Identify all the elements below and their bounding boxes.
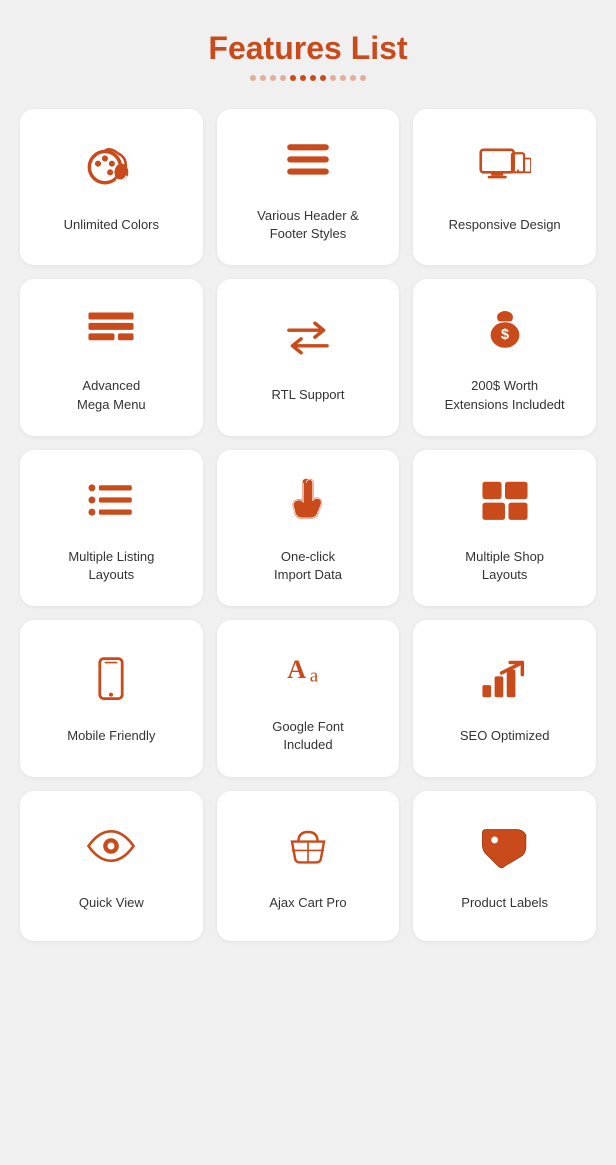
page: Features List xyxy=(0,0,616,981)
card-ajax-cart: Ajax Cart Pro xyxy=(217,791,400,941)
svg-text:$: $ xyxy=(501,327,509,343)
dot xyxy=(350,75,356,81)
page-title: Features List xyxy=(20,30,596,67)
card-listing: Multiple ListingLayouts xyxy=(20,450,203,606)
card-label: Mobile Friendly xyxy=(67,727,155,745)
dot xyxy=(320,75,326,81)
svg-text:A: A xyxy=(287,655,306,684)
palette-icon xyxy=(85,146,137,198)
card-label: Multiple ListingLayouts xyxy=(68,548,154,584)
card-label: Unlimited Colors xyxy=(64,216,159,234)
moneybag-icon: $ xyxy=(479,307,531,359)
oneclick-icon xyxy=(282,478,334,530)
dots-decoration xyxy=(20,75,596,81)
card-label: AdvancedMega Menu xyxy=(77,377,146,413)
listing-icon xyxy=(85,478,137,530)
svg-text:a: a xyxy=(310,665,319,686)
card-font: A a Google FontIncluded xyxy=(217,620,400,776)
hamburger-icon xyxy=(282,137,334,189)
card-label: Product Labels xyxy=(461,894,548,912)
card-quick-view: Quick View xyxy=(20,791,203,941)
card-mega-menu: AdvancedMega Menu xyxy=(20,279,203,435)
card-shop-layouts: Multiple ShopLayouts xyxy=(413,450,596,606)
card-oneclick: One-clickImport Data xyxy=(217,450,400,606)
dot xyxy=(360,75,366,81)
card-responsive: Responsive Design xyxy=(413,109,596,265)
card-header-footer: Various Header &Footer Styles xyxy=(217,109,400,265)
card-product-labels: Product Labels xyxy=(413,791,596,941)
card-label: SEO Optimized xyxy=(460,727,550,745)
card-label: RTL Support xyxy=(271,386,344,404)
card-label: Ajax Cart Pro xyxy=(269,894,346,912)
mobile-icon xyxy=(85,657,137,709)
font-icon: A a xyxy=(282,648,334,700)
shoplayout-icon xyxy=(479,478,531,530)
features-grid: Unlimited Colors Various Header &Footer … xyxy=(20,109,596,941)
card-label: Multiple ShopLayouts xyxy=(465,548,544,584)
cart-icon xyxy=(282,824,334,876)
card-label: Various Header &Footer Styles xyxy=(257,207,359,243)
dot xyxy=(280,75,286,81)
eye-icon xyxy=(85,824,137,876)
rtl-icon xyxy=(282,316,334,368)
page-header: Features List xyxy=(20,30,596,81)
dot xyxy=(340,75,346,81)
card-label: Google FontIncluded xyxy=(272,718,344,754)
dot xyxy=(290,75,296,81)
card-label: Quick View xyxy=(79,894,144,912)
dot xyxy=(260,75,266,81)
card-mobile: Mobile Friendly xyxy=(20,620,203,776)
card-rtl: RTL Support xyxy=(217,279,400,435)
dot xyxy=(270,75,276,81)
megamenu-icon xyxy=(85,307,137,359)
dot xyxy=(310,75,316,81)
seo-icon xyxy=(479,657,531,709)
responsive-icon xyxy=(479,146,531,198)
card-unlimited-colors: Unlimited Colors xyxy=(20,109,203,265)
card-label: Responsive Design xyxy=(449,216,561,234)
dot xyxy=(330,75,336,81)
dot xyxy=(300,75,306,81)
card-label: 200$ WorthExtensions Includedt xyxy=(445,377,565,413)
dot xyxy=(250,75,256,81)
card-seo: SEO Optimized xyxy=(413,620,596,776)
label-icon xyxy=(479,824,531,876)
card-extensions: $ 200$ WorthExtensions Includedt xyxy=(413,279,596,435)
card-label: One-clickImport Data xyxy=(274,548,342,584)
